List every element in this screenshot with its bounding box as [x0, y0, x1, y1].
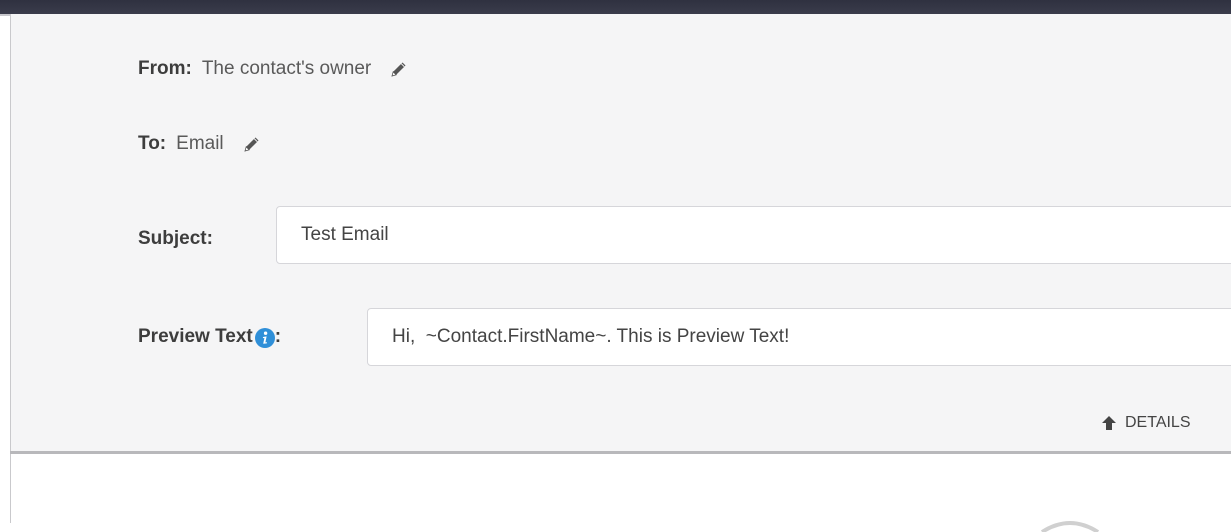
- to-label: To:: [138, 133, 167, 154]
- from-row: From: The contact's owner: [138, 58, 409, 80]
- subject-input[interactable]: [276, 206, 1231, 264]
- content-left-border: [10, 454, 11, 523]
- to-row: To: Email: [138, 133, 262, 155]
- from-label: From:: [138, 58, 192, 79]
- preview-text-input[interactable]: [367, 308, 1231, 366]
- preview-text-row: Preview Text :: [138, 326, 281, 348]
- subject-label: Subject:: [138, 228, 213, 249]
- partial-content-shape: [1040, 521, 1100, 532]
- pencil-icon[interactable]: [389, 59, 409, 79]
- preview-text-colon: :: [274, 326, 282, 347]
- from-value: The contact's owner: [201, 58, 372, 79]
- arrow-up-icon: [1101, 415, 1117, 431]
- subject-row: Subject:: [138, 228, 213, 250]
- details-toggle-label: DETAILS: [1125, 414, 1191, 431]
- preview-text-label: Preview Text: [138, 326, 253, 347]
- info-icon[interactable]: [254, 328, 275, 348]
- panel-divider: [10, 451, 1231, 454]
- details-toggle-button[interactable]: DETAILS: [1101, 414, 1191, 432]
- to-value: Email: [176, 133, 224, 154]
- email-settings-frame: From: The contact's owner To: Email Subj…: [0, 0, 1231, 532]
- pencil-icon[interactable]: [242, 134, 262, 154]
